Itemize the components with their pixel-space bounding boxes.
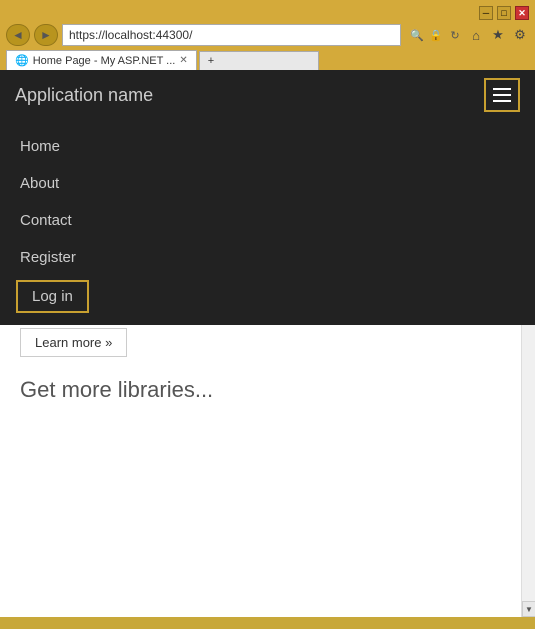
tab-close-icon[interactable]: ✕ — [179, 55, 187, 66]
menu-item-contact[interactable]: Contact — [0, 202, 535, 239]
menu-item-home[interactable]: Home — [0, 128, 535, 165]
title-bar: ─ □ ✕ — [6, 4, 529, 24]
active-tab[interactable]: 🌐 Home Page - My ASP.NET ... ✕ — [6, 50, 197, 70]
minimize-button[interactable]: ─ — [479, 6, 493, 20]
hamburger-line-3 — [493, 100, 511, 102]
home-icon[interactable]: ⌂ — [467, 26, 485, 44]
scrollbar-down-arrow[interactable]: ▼ — [522, 601, 535, 617]
close-button[interactable]: ✕ — [515, 6, 529, 20]
tab-favicon: 🌐 — [15, 54, 29, 67]
menu-item-about[interactable]: About — [0, 165, 535, 202]
hamburger-line-1 — [493, 88, 511, 90]
forward-button[interactable]: ► — [34, 24, 58, 46]
back-button[interactable]: ◄ — [6, 24, 30, 46]
hamburger-button[interactable] — [484, 78, 520, 112]
dropdown-menu: Home About Contact Register Log in — [0, 120, 535, 325]
maximize-button[interactable]: □ — [497, 6, 511, 20]
menu-item-login[interactable]: Log in — [16, 280, 89, 313]
hamburger-line-2 — [493, 94, 511, 96]
navbar-brand: Application name — [15, 85, 153, 106]
search-icon[interactable]: 🔍 — [409, 27, 425, 43]
settings-icon[interactable]: ⚙ — [511, 26, 529, 44]
toolbar-icons: ⌂ ★ ⚙ — [467, 26, 529, 44]
tab-bar: 🌐 Home Page - My ASP.NET ... ✕ + — [6, 50, 529, 70]
star-icon[interactable]: ★ — [489, 26, 507, 44]
page-area: Application name Home About Contact Regi… — [0, 70, 535, 617]
lock-icon: 🔒 — [428, 27, 444, 43]
address-bar-row: ◄ ► https://localhost:44300/ 🔍 🔒 ↻ ⌂ ★ ⚙ — [6, 24, 529, 46]
tab-title: Home Page - My ASP.NET ... — [33, 55, 176, 67]
navbar: Application name — [0, 70, 535, 120]
address-box[interactable]: https://localhost:44300/ — [62, 24, 401, 46]
menu-item-register[interactable]: Register — [0, 239, 535, 276]
url-text: https://localhost:44300/ — [69, 28, 192, 42]
new-tab[interactable]: + — [199, 51, 319, 70]
browser-chrome: ─ □ ✕ ◄ ► https://localhost:44300/ 🔍 🔒 ↻… — [0, 0, 535, 70]
next-section-title: Get more libraries... — [20, 377, 515, 403]
learn-more-button[interactable]: Learn more » — [20, 328, 127, 357]
refresh-icon[interactable]: ↻ — [447, 27, 463, 43]
address-icons: 🔍 🔒 ↻ — [409, 27, 463, 43]
